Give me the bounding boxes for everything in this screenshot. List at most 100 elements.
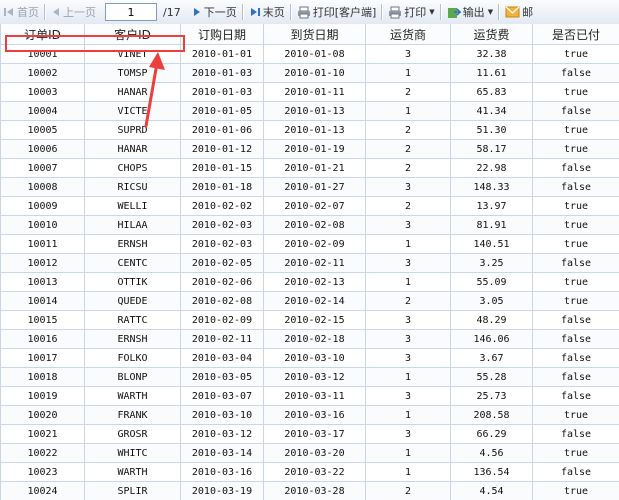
cell-arrival-date: 2010-02-08	[263, 215, 366, 235]
header-paid[interactable]: 是否已付	[532, 24, 619, 45]
table-row[interactable]: 10017 FOLKO 2010-03-04 2010-03-10 3 3.67 false	[0, 348, 619, 368]
mail-button[interactable]: 邮	[502, 1, 536, 23]
cell-customer-id: FOLKO	[84, 348, 181, 368]
cell-customer-id: SPLIR	[84, 481, 181, 500]
cell-customer-id: RICSU	[84, 177, 181, 197]
cell-arrival-date: 2010-01-13	[263, 101, 366, 121]
cell-shipper: 1	[365, 234, 451, 254]
cell-arrival-date: 2010-03-22	[263, 462, 366, 482]
last-page-icon	[249, 6, 261, 18]
cell-shipper: 3	[365, 177, 451, 197]
cell-arrival-date: 2010-01-10	[263, 63, 366, 83]
cell-paid: true	[532, 443, 619, 463]
cell-paid: true	[532, 44, 619, 64]
cell-paid: true	[532, 405, 619, 425]
cell-freight: 11.61	[450, 63, 533, 83]
table-row[interactable]: 10021 GROSR 2010-03-12 2010-03-17 3 66.29 fals…	[0, 424, 619, 444]
first-page-button[interactable]: 首页	[0, 1, 42, 23]
table-row[interactable]: 10024 SPLIR 2010-03-19 2010-03-28 2 4.54 true	[0, 481, 619, 500]
cell-order-date: 2010-01-15	[180, 158, 264, 178]
table-row[interactable]: 10023 WARTH 2010-03-16 2010-03-22 1 136.54 fal…	[0, 462, 619, 482]
cell-arrival-date: 2010-01-19	[263, 139, 366, 159]
table-row[interactable]: 10012 CENTC 2010-02-05 2010-02-11 3 3.25 false	[0, 253, 619, 273]
cell-order-id: 10005	[0, 120, 85, 140]
prev-page-button[interactable]: 上一页	[48, 1, 99, 23]
cell-shipper: 1	[365, 101, 451, 121]
cell-freight: 48.29	[450, 310, 533, 330]
header-order-id[interactable]: 订单ID	[0, 24, 85, 45]
table-row[interactable]: 10018 BLONP 2010-03-05 2010-03-12 1 55.28 fals…	[0, 367, 619, 387]
cell-freight: 4.56	[450, 443, 533, 463]
cell-paid: false	[532, 424, 619, 444]
print-button[interactable]: 打印 ▼	[385, 1, 437, 23]
cell-customer-id: ERNSH	[84, 329, 181, 349]
table-row[interactable]: 10008 RICSU 2010-01-18 2010-01-27 3 148.33 fal…	[0, 177, 619, 197]
cell-customer-id: WELLI	[84, 196, 181, 216]
cell-freight: 136.54	[450, 462, 533, 482]
cell-shipper: 2	[365, 120, 451, 140]
table-row[interactable]: 10015 RATTC 2010-02-09 2010-02-15 3 48.29 fals…	[0, 310, 619, 330]
cell-order-id: 10008	[0, 177, 85, 197]
last-page-button[interactable]: 末页	[246, 1, 288, 23]
print-client-button[interactable]: 打印[客户端]	[294, 1, 380, 23]
header-customer-id[interactable]: 客户ID	[84, 24, 181, 45]
cell-order-id: 10001	[0, 44, 85, 64]
cell-paid: true	[532, 82, 619, 102]
table-row[interactable]: 10019 WARTH 2010-03-07 2010-03-11 3 25.73 fals…	[0, 386, 619, 406]
cell-customer-id: VINET	[84, 44, 181, 64]
table-row[interactable]: 10020 FRANK 2010-03-10 2010-03-16 1 208.58 tru…	[0, 405, 619, 425]
cell-freight: 13.97	[450, 196, 533, 216]
cell-order-date: 2010-02-05	[180, 253, 264, 273]
cell-arrival-date: 2010-03-12	[263, 367, 366, 387]
table-row[interactable]: 10002 TOMSP 2010-01-03 2010-01-10 1 11.61 fals…	[0, 63, 619, 83]
cell-paid: true	[532, 215, 619, 235]
table-row[interactable]: 10003 HANAR 2010-01-03 2010-01-11 2 65.83 true	[0, 82, 619, 102]
export-button[interactable]: 输出 ▼	[444, 1, 496, 23]
cell-shipper: 3	[365, 386, 451, 406]
cell-arrival-date: 2010-03-11	[263, 386, 366, 406]
cell-arrival-date: 2010-01-13	[263, 120, 366, 140]
cell-order-id: 10021	[0, 424, 85, 444]
cell-order-date: 2010-01-06	[180, 120, 264, 140]
cell-paid: true	[532, 481, 619, 500]
cell-order-id: 10024	[0, 481, 85, 500]
cell-order-id: 10014	[0, 291, 85, 311]
toolbar-separator	[439, 4, 442, 20]
header-shipper[interactable]: 运货商	[365, 24, 451, 45]
cell-freight: 146.06	[450, 329, 533, 349]
report-grid: 订单ID 客户ID 订购日期 到货日期 运货商 运货费 是否已付 10001 VI…	[0, 24, 619, 500]
page-number-input[interactable]	[105, 3, 157, 21]
cell-order-id: 10003	[0, 82, 85, 102]
cell-freight: 25.73	[450, 386, 533, 406]
table-row[interactable]: 10001 VINET 2010-01-01 2010-01-08 3 32.38 true	[0, 44, 619, 64]
cell-customer-id: WARTH	[84, 386, 181, 406]
cell-freight: 65.83	[450, 82, 533, 102]
table-row[interactable]: 10013 OTTIK 2010-02-06 2010-02-13 1 55.09 true	[0, 272, 619, 292]
header-freight[interactable]: 运货费	[450, 24, 533, 45]
table-row[interactable]: 10004 VICTE 2010-01-05 2010-01-13 1 41.34 fals…	[0, 101, 619, 121]
cell-shipper: 3	[365, 424, 451, 444]
cell-customer-id: BLONP	[84, 367, 181, 387]
cell-customer-id: QUEDE	[84, 291, 181, 311]
cell-paid: true	[532, 139, 619, 159]
cell-freight: 208.58	[450, 405, 533, 425]
table-row[interactable]: 10014 QUEDE 2010-02-08 2010-02-14 2 3.05 true	[0, 291, 619, 311]
table-row[interactable]: 10011 ERNSH 2010-02-03 2010-02-09 1 140.51 tru…	[0, 234, 619, 254]
next-page-button[interactable]: 下一页	[189, 1, 240, 23]
table-row[interactable]: 10007 CHOPS 2010-01-15 2010-01-21 2 22.98 fals…	[0, 158, 619, 178]
table-row[interactable]: 10016 ERNSH 2010-02-11 2010-02-18 3 146.06 fal…	[0, 329, 619, 349]
header-arrival-date[interactable]: 到货日期	[263, 24, 366, 45]
table-row[interactable]: 10006 HANAR 2010-01-12 2010-01-19 2 58.17 true	[0, 139, 619, 159]
table-row[interactable]: 10009 WELLI 2010-02-02 2010-02-07 2 13.97 true	[0, 196, 619, 216]
cell-freight: 55.09	[450, 272, 533, 292]
cell-paid: false	[532, 158, 619, 178]
cell-paid: false	[532, 177, 619, 197]
table-row[interactable]: 10022 WHITC 2010-03-14 2010-03-20 1 4.56 true	[0, 443, 619, 463]
table-row[interactable]: 10005 SUPRD 2010-01-06 2010-01-13 2 51.30 true	[0, 120, 619, 140]
cell-arrival-date: 2010-02-11	[263, 253, 366, 273]
cell-freight: 140.51	[450, 234, 533, 254]
table-row[interactable]: 10010 HILAA 2010-02-03 2010-02-08 3 81.91 true	[0, 215, 619, 235]
cell-customer-id: OTTIK	[84, 272, 181, 292]
cell-paid: true	[532, 272, 619, 292]
header-order-date[interactable]: 订购日期	[180, 24, 264, 45]
